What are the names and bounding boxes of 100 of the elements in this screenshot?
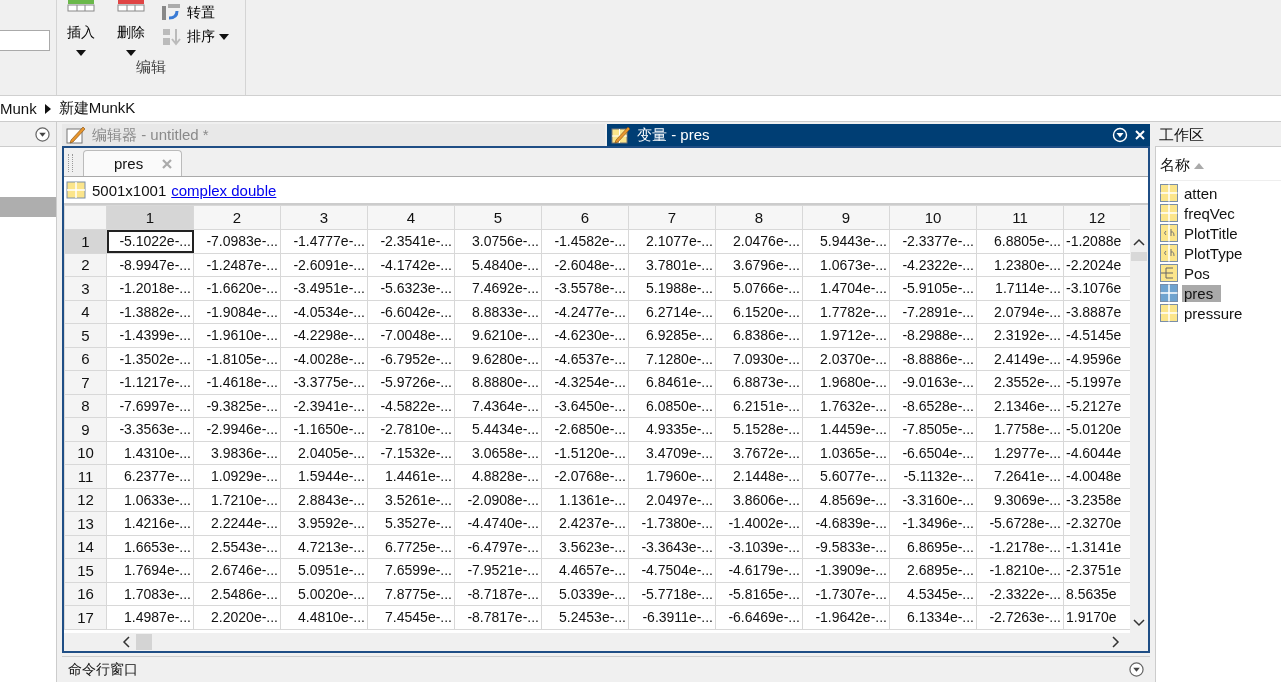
breadcrumb-item[interactable]: Munk (0, 100, 37, 117)
column-header[interactable]: 1 (106, 205, 194, 230)
table-cell[interactable]: 3.8606e-... (715, 488, 803, 512)
table-cell[interactable]: -5.6728e-... (976, 511, 1064, 535)
table-cell[interactable]: 2.1077e-... (628, 229, 716, 253)
table-cell[interactable]: 5.9443e-... (802, 229, 890, 253)
table-cell[interactable]: 1.0633e-... (106, 488, 194, 512)
column-header[interactable]: 12 (1063, 205, 1130, 230)
table-cell[interactable]: 5.3527e-... (367, 511, 455, 535)
row-header[interactable]: 9 (64, 417, 107, 441)
table-cell[interactable]: -2.3541e-... (367, 229, 455, 253)
scroll-right-icon[interactable] (1112, 636, 1120, 648)
class-link[interactable]: complex double (171, 181, 277, 199)
table-cell[interactable]: 3.5623e-... (541, 535, 629, 559)
table-cell[interactable]: 1.0365e-... (802, 441, 890, 465)
row-header[interactable]: 4 (64, 300, 107, 324)
table-cell[interactable]: 5.6077e-... (802, 464, 890, 488)
table-cell[interactable]: 5.1988e-... (628, 276, 716, 300)
table-cell[interactable]: -8.2988e-... (889, 323, 977, 347)
table-cell[interactable]: -3.3643e-... (628, 535, 716, 559)
table-cell[interactable]: -5.9726e-... (367, 370, 455, 394)
table-cell[interactable]: 3.0658e-... (454, 441, 542, 465)
table-cell[interactable]: -6.7952e-... (367, 347, 455, 371)
table-cell[interactable]: -5.1132e-... (889, 464, 977, 488)
table-cell[interactable]: -4.2477e-... (541, 300, 629, 324)
table-cell[interactable]: -2.9946e-... (193, 417, 281, 441)
row-header[interactable]: 7 (64, 370, 107, 394)
table-cell[interactable]: 5.0951e-... (280, 558, 368, 582)
row-header[interactable]: 5 (64, 323, 107, 347)
table-cell[interactable]: 2.4237e-... (541, 511, 629, 535)
scroll-up-icon[interactable] (1133, 238, 1145, 246)
toolbar-button[interactable]: 转置 (161, 4, 229, 22)
table-cell[interactable]: 6.2151e-... (715, 394, 803, 418)
table-cell[interactable]: 7.0930e-... (715, 347, 803, 371)
row-header[interactable]: 1 (64, 229, 107, 253)
table-cell[interactable]: -5.8165e-... (715, 582, 803, 606)
table-cell[interactable]: -6.6042e-... (367, 300, 455, 324)
scroll-thumb[interactable] (136, 634, 152, 650)
row-header[interactable]: 11 (64, 464, 107, 488)
table-cell[interactable]: 1.7694e-... (106, 558, 194, 582)
table-cell[interactable]: 1.0673e-... (802, 253, 890, 277)
table-cell[interactable]: -7.1532e-... (367, 441, 455, 465)
table-cell[interactable]: -4.6537e-... (541, 347, 629, 371)
table-cell[interactable]: -4.3254e-... (541, 370, 629, 394)
table-cell[interactable]: -1.9642e-... (802, 605, 890, 629)
table-cell[interactable]: -3.3775e-... (280, 370, 368, 394)
table-cell[interactable]: -7.0048e-... (367, 323, 455, 347)
toolbar-button[interactable]: 插入 (61, 0, 101, 56)
table-cell[interactable]: 2.5543e-... (193, 535, 281, 559)
variable-name[interactable]: PlotTitle (1182, 224, 1240, 242)
table-cell[interactable]: -4.0534e-... (280, 300, 368, 324)
table-cell[interactable]: 3.9836e-... (193, 441, 281, 465)
table-cell[interactable]: -2.7263e-... (976, 605, 1064, 629)
table-cell[interactable]: 6.2377e-... (106, 464, 194, 488)
table-cell[interactable]: 1.7632e-... (802, 394, 890, 418)
row-header[interactable]: 13 (64, 511, 107, 535)
table-cell[interactable]: 6.1334e-... (889, 605, 977, 629)
table-cell[interactable]: -4.5822e-... (367, 394, 455, 418)
table-cell[interactable]: -1.3882e-... (106, 300, 194, 324)
table-cell[interactable]: -1.4582e-... (541, 229, 629, 253)
table-cell[interactable]: -7.9521e-... (454, 558, 542, 582)
variable-name[interactable]: pres (1182, 284, 1222, 302)
table-cell[interactable]: -1.4002e-... (715, 511, 803, 535)
table-cell[interactable]: 3.7672e-... (715, 441, 803, 465)
table-cell[interactable]: -1.7307e-... (802, 582, 890, 606)
table-cell[interactable]: -1.1650e-... (280, 417, 368, 441)
row-header[interactable]: 15 (64, 558, 107, 582)
dropdown-icon[interactable] (1129, 662, 1144, 677)
table-cell[interactable]: -8.7187e-... (454, 582, 542, 606)
row-header[interactable]: 10 (64, 441, 107, 465)
table-cell[interactable]: 2.2020e-... (193, 605, 281, 629)
table-cell[interactable]: 1.7114e-... (976, 276, 1064, 300)
scroll-left-icon[interactable] (122, 636, 130, 648)
table-cell[interactable]: -8.6528e-... (889, 394, 977, 418)
table-cell[interactable]: 7.4692e-... (454, 276, 542, 300)
table-cell[interactable]: 1.0929e-... (193, 464, 281, 488)
table-cell[interactable]: 1.1361e-... (541, 488, 629, 512)
table-cell[interactable]: 3.6796e-... (715, 253, 803, 277)
table-cell[interactable]: 4.4810e-... (280, 605, 368, 629)
table-cell[interactable]: 6.8805e-... (976, 229, 1064, 253)
table-cell[interactable]: 2.6746e-... (193, 558, 281, 582)
vertical-scrollbar[interactable] (1130, 205, 1148, 633)
table-cell[interactable]: 3.7801e-... (628, 253, 716, 277)
table-cell[interactable]: -7.6997e-... (106, 394, 194, 418)
table-cell[interactable]: -8.7817e-... (454, 605, 542, 629)
table-cell[interactable]: 2.1448e-... (715, 464, 803, 488)
scroll-thumb[interactable] (1131, 252, 1147, 261)
table-cell[interactable]: 7.4545e-... (367, 605, 455, 629)
table-cell[interactable]: 9.6280e-... (454, 347, 542, 371)
table-cell[interactable]: 7.6599e-... (367, 558, 455, 582)
table-cell[interactable]: -9.5833e-... (802, 535, 890, 559)
table-cell[interactable]: -1.1217e-... (106, 370, 194, 394)
table-cell[interactable]: 2.0405e-... (280, 441, 368, 465)
table-cell[interactable]: 7.2641e-... (976, 464, 1064, 488)
column-header[interactable]: 10 (889, 205, 977, 230)
table-cell[interactable]: -6.6469e-... (715, 605, 803, 629)
row-header[interactable]: 2 (64, 253, 107, 277)
table-cell[interactable]: -3.5578e-... (541, 276, 629, 300)
table-cell[interactable]: -5.6323e-... (367, 276, 455, 300)
toolbar-button[interactable]: 排序 (161, 28, 229, 46)
